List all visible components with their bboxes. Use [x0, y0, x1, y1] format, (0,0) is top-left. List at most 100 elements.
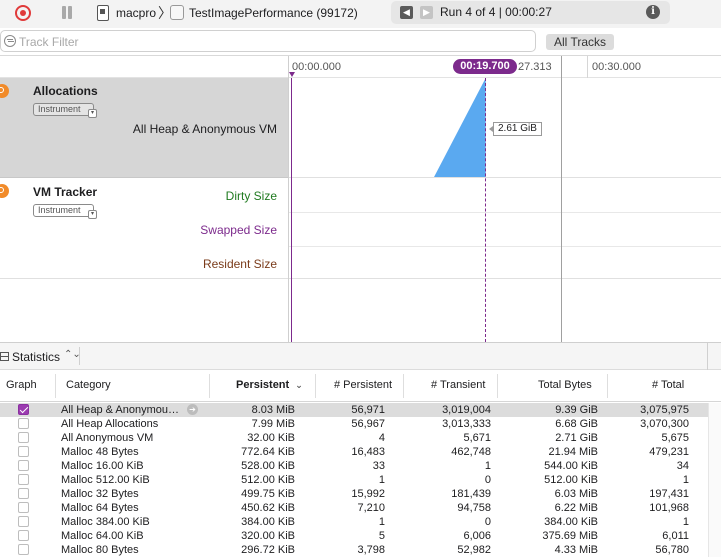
- column-header-n-transient[interactable]: # Transient: [431, 379, 485, 391]
- table-row[interactable]: Malloc 64 Bytes 450.62 KiB 7,210 94,758 …: [0, 501, 708, 515]
- column-header-category[interactable]: Category: [66, 379, 111, 391]
- table-header: Graph Category Persistent ⌄ # Persistent …: [0, 370, 721, 402]
- toolbar-separator: [79, 347, 80, 365]
- graph-checkbox[interactable]: [18, 488, 29, 499]
- column-separator[interactable]: [497, 374, 498, 398]
- graph-checkbox[interactable]: [18, 432, 29, 443]
- graph-checkbox[interactable]: [18, 446, 29, 457]
- cell-n-transient: 52,982: [457, 544, 491, 556]
- graph-checkbox[interactable]: [18, 460, 29, 471]
- table-body: All Heap & Anonymou… ➔ 8.03 MiB 56,971 3…: [0, 403, 721, 557]
- column-separator[interactable]: [55, 374, 56, 398]
- cell-n-persistent: 1: [378, 474, 385, 486]
- cell-total-bytes: 384.00 KiB: [544, 516, 598, 528]
- cell-n-persistent: 3,798: [357, 544, 385, 556]
- cell-n-total: 3,070,300: [640, 418, 689, 430]
- table-row[interactable]: Malloc 384.00 KiB 384.00 KiB 1 0 384.00 …: [0, 515, 708, 529]
- table-row[interactable]: All Heap Allocations 7.99 MiB 56,967 3,0…: [0, 417, 708, 431]
- cell-total-bytes: 6.68 GiB: [555, 418, 598, 430]
- vm-tracker-instrument-icon: [0, 184, 9, 198]
- next-run-button[interactable]: ▶: [420, 6, 433, 19]
- recording-end-line: [561, 56, 562, 342]
- cell-n-transient: 3,019,004: [442, 404, 491, 416]
- vm-subtrack-divider: [289, 246, 721, 247]
- chevron-down-icon[interactable]: ▾: [88, 109, 97, 118]
- arrow-right-icon[interactable]: ➔: [187, 404, 198, 415]
- table-row[interactable]: All Anonymous VM 32.00 KiB 4 5,671 2.71 …: [0, 431, 708, 445]
- column-header-n-total[interactable]: # Total: [652, 379, 684, 391]
- track-filter-input[interactable]: Track Filter: [0, 30, 536, 52]
- column-separator[interactable]: [607, 374, 608, 398]
- all-tracks-button[interactable]: All Tracks: [546, 34, 614, 50]
- cell-n-persistent: 1: [378, 516, 385, 528]
- graph-checkbox[interactable]: [18, 404, 29, 415]
- cell-persistent: 320.00 KiB: [241, 530, 295, 542]
- column-header-total-bytes[interactable]: Total Bytes: [538, 379, 592, 391]
- current-time-cursor[interactable]: [485, 78, 486, 342]
- graph-checkbox[interactable]: [18, 502, 29, 513]
- cell-n-transient: 3,013,333: [442, 418, 491, 430]
- cell-category: All Heap Allocations: [61, 418, 159, 430]
- device-selector[interactable]: macpro: [116, 6, 156, 20]
- statistics-selector[interactable]: Statistics: [12, 350, 60, 364]
- target-process-selector[interactable]: TestImagePerformance (99172): [189, 6, 358, 20]
- table-row[interactable]: Malloc 64.00 KiB 320.00 KiB 5 6,006 375.…: [0, 529, 708, 543]
- cell-n-persistent: 15,992: [351, 488, 385, 500]
- resident-size-label: Resident Size: [202, 257, 277, 271]
- graph-checkbox[interactable]: [18, 544, 29, 555]
- allocations-title: Allocations: [33, 84, 98, 98]
- time-ruler[interactable]: 00:00.000 27.313 00:30.000 00:19.700: [289, 56, 721, 78]
- sort-descending-icon: ⌄: [295, 380, 303, 390]
- cell-n-transient: 5,671: [463, 432, 491, 444]
- ruler-tick-30s: 00:30.000: [592, 61, 641, 73]
- chevron-down-icon[interactable]: ▾: [88, 210, 97, 219]
- graph-checkbox[interactable]: [18, 530, 29, 541]
- column-separator[interactable]: [315, 374, 316, 398]
- run-label: Run 4 of 4 | 00:00:27: [440, 5, 552, 19]
- table-row[interactable]: Malloc 16.00 KiB 528.00 KiB 33 1 544.00 …: [0, 459, 708, 473]
- cell-n-persistent: 5: [378, 530, 385, 542]
- allocations-instrument-icon: [0, 84, 9, 98]
- playhead-marker-icon[interactable]: [289, 72, 295, 77]
- table-row[interactable]: Malloc 48 Bytes 772.64 KiB 16,483 462,74…: [0, 445, 708, 459]
- vm-tracker-track-graph[interactable]: [289, 179, 721, 279]
- vm-tracker-track-header[interactable]: VM Tracker Instrument ▾ Dirty Size Swapp…: [0, 179, 288, 279]
- cell-n-total: 1: [682, 516, 689, 528]
- column-separator[interactable]: [403, 374, 404, 398]
- cell-category: All Heap & Anonymou…: [61, 404, 180, 416]
- allocations-track-header[interactable]: Allocations Instrument ▾ All Heap & Anon…: [0, 78, 288, 178]
- column-header-graph[interactable]: Graph: [6, 379, 37, 391]
- allocations-instrument-chip[interactable]: Instrument: [33, 103, 94, 116]
- table-row[interactable]: All Heap & Anonymou… ➔ 8.03 MiB 56,971 3…: [0, 403, 708, 417]
- cell-persistent: 32.00 KiB: [247, 432, 295, 444]
- pause-button[interactable]: [61, 6, 73, 19]
- detail-panel-icon[interactable]: [0, 352, 9, 361]
- table-row[interactable]: Malloc 32 Bytes 499.75 KiB 15,992 181,43…: [0, 487, 708, 501]
- table-row[interactable]: Malloc 512.00 KiB 512.00 KiB 1 0 512.00 …: [0, 473, 708, 487]
- cell-n-persistent: 56,967: [351, 418, 385, 430]
- cell-total-bytes: 2.71 GiB: [555, 432, 598, 444]
- column-header-persistent[interactable]: Persistent ⌄: [236, 379, 303, 391]
- current-time-badge[interactable]: 00:19.700: [453, 59, 517, 74]
- table-scrollbar[interactable]: [708, 403, 721, 557]
- column-header-n-persistent[interactable]: # Persistent: [334, 379, 392, 391]
- column-separator[interactable]: [209, 374, 210, 398]
- ruler-gridline: [587, 56, 588, 78]
- ruler-header-left: [0, 56, 289, 78]
- cell-persistent: 7.99 MiB: [251, 418, 295, 430]
- vm-tracker-instrument-chip[interactable]: Instrument: [33, 204, 94, 217]
- record-button[interactable]: [15, 5, 31, 21]
- table-row[interactable]: Malloc 80 Bytes 296.72 KiB 3,798 52,982 …: [0, 543, 708, 557]
- info-icon[interactable]: i: [646, 5, 660, 19]
- graph-checkbox[interactable]: [18, 474, 29, 485]
- cell-n-transient: 181,439: [451, 488, 491, 500]
- graph-checkbox[interactable]: [18, 418, 29, 429]
- cell-total-bytes: 544.00 KiB: [544, 460, 598, 472]
- cell-persistent: 499.75 KiB: [241, 488, 295, 500]
- toolbar-separator: [707, 343, 708, 371]
- previous-run-button[interactable]: ◀: [400, 6, 413, 19]
- statistics-table: Graph Category Persistent ⌄ # Persistent …: [0, 370, 721, 557]
- graph-checkbox[interactable]: [18, 516, 29, 527]
- cell-n-transient: 6,006: [463, 530, 491, 542]
- cell-n-persistent: 56,971: [351, 404, 385, 416]
